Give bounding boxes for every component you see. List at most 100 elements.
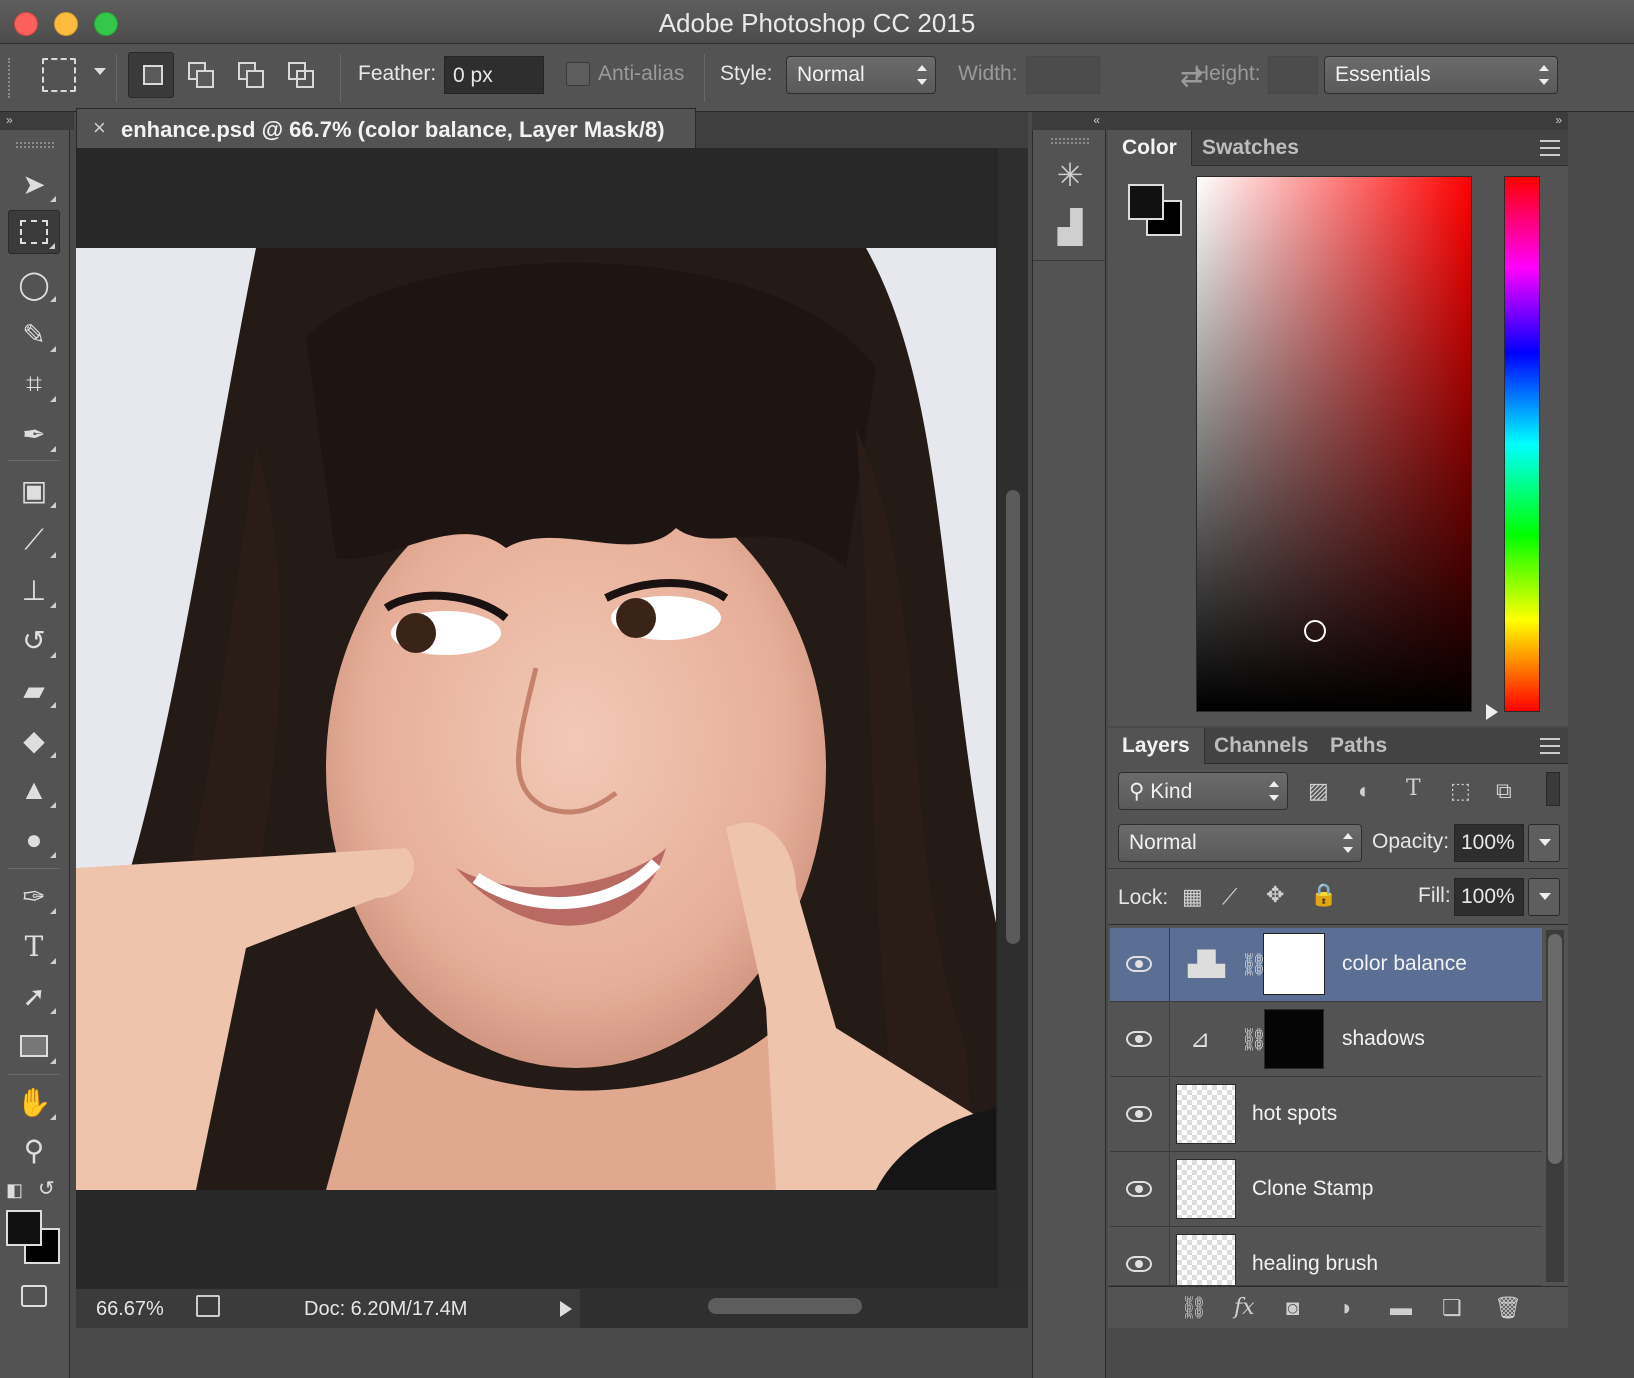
lock-position-icon[interactable]: ✥ — [1266, 882, 1284, 908]
layer-row-color-balance[interactable]: ▟▙ ⛓ color balance — [1110, 928, 1542, 1002]
width-input[interactable] — [1026, 56, 1100, 94]
pen-tool[interactable]: ✑ — [8, 874, 60, 918]
panel-menu-icon[interactable] — [1540, 140, 1560, 156]
marquee-tool[interactable] — [8, 210, 60, 254]
zoom-tool[interactable]: ⚲ — [8, 1128, 60, 1172]
layer-mask-thumbnail[interactable] — [1264, 1009, 1324, 1069]
hue-slider[interactable] — [1504, 176, 1540, 712]
status-menu-arrow-icon[interactable] — [560, 1301, 572, 1317]
filter-toggle[interactable] — [1546, 772, 1560, 806]
trash-icon[interactable]: 🗑 — [1494, 1295, 1522, 1321]
histogram-panel-icon[interactable]: ▟ — [1049, 206, 1091, 248]
quick-mask-button[interactable] — [8, 1274, 60, 1318]
blend-mode-select[interactable]: Normal — [1118, 824, 1362, 862]
saturation-brightness-picker[interactable] — [1196, 176, 1472, 712]
filter-pixel-icon[interactable]: ▨ — [1308, 778, 1329, 804]
eyedropper-tool[interactable]: ✒ — [8, 412, 60, 456]
type-tool[interactable]: T — [8, 924, 60, 968]
layer-row-clone-stamp[interactable]: Clone Stamp — [1110, 1153, 1542, 1227]
tab-layers[interactable]: Layers — [1108, 728, 1205, 764]
filter-shape-icon[interactable]: ⬚ — [1450, 778, 1471, 804]
dock-grip[interactable] — [1051, 138, 1089, 144]
toolbox-collapse-strip[interactable]: » — [0, 112, 74, 130]
hue-slider-handle[interactable] — [1486, 704, 1498, 720]
new-adjustment-layer-icon[interactable]: ◑ — [1338, 1295, 1351, 1321]
height-input[interactable] — [1268, 56, 1318, 94]
rectangle-tool[interactable] — [8, 1024, 60, 1068]
panels-collapse-strip[interactable]: » — [1108, 112, 1568, 130]
horizontal-scrollbar-thumb[interactable] — [708, 1298, 862, 1314]
opacity-input[interactable]: 100% — [1454, 824, 1524, 862]
swap-colors-icon[interactable]: ↺ — [38, 1176, 55, 1201]
document-tab[interactable]: × enhance.psd @ 66.7% (color balance, La… — [76, 108, 696, 148]
layer-thumbnail[interactable] — [1176, 1159, 1236, 1219]
link-layers-icon[interactable]: ⛓ — [1180, 1295, 1208, 1321]
style-select[interactable]: Normal — [786, 56, 936, 94]
crop-tool[interactable]: ⌗ — [8, 362, 60, 406]
path-selection-tool[interactable]: ➚ — [8, 974, 60, 1018]
color-panel-foreground-swatch[interactable] — [1128, 184, 1164, 220]
layer-thumbnail[interactable] — [1176, 1084, 1236, 1144]
new-selection-button[interactable] — [128, 52, 174, 98]
fill-dropdown-button[interactable] — [1528, 878, 1560, 916]
vertical-scrollbar-thumb[interactable] — [1006, 490, 1020, 944]
dock-collapse-strip[interactable]: « — [1032, 112, 1108, 130]
visibility-toggle[interactable] — [1110, 1078, 1170, 1152]
tab-color[interactable]: Color — [1108, 130, 1192, 166]
default-colors-icon[interactable]: ◧ — [6, 1180, 23, 1201]
lock-image-icon[interactable]: ⟋ — [1222, 884, 1237, 910]
layer-mask-thumbnail[interactable] — [1263, 933, 1325, 995]
layer-thumbnail[interactable] — [1176, 1234, 1236, 1285]
workspace-select[interactable]: Essentials — [1324, 56, 1558, 94]
paint-bucket-tool[interactable]: ◆ — [8, 718, 60, 762]
layer-filter-select[interactable]: ⚲ Kind — [1118, 772, 1288, 810]
opacity-dropdown-button[interactable] — [1528, 824, 1560, 862]
intersect-selection-button[interactable] — [278, 52, 324, 98]
blur-tool[interactable]: ▲ — [8, 768, 60, 812]
filter-smart-object-icon[interactable]: ⧉ — [1496, 778, 1512, 804]
tool-preset-icon[interactable] — [42, 58, 76, 92]
fill-input[interactable]: 100% — [1454, 878, 1524, 916]
tab-channels[interactable]: Channels — [1200, 728, 1323, 764]
add-to-selection-button[interactable] — [178, 52, 224, 98]
subtract-from-selection-button[interactable] — [228, 52, 274, 98]
visibility-toggle[interactable] — [1110, 928, 1170, 1002]
new-layer-icon[interactable]: ❏ — [1442, 1295, 1462, 1321]
panel-menu-icon[interactable] — [1540, 738, 1560, 754]
anti-alias-checkbox[interactable] — [566, 62, 590, 86]
fx-icon[interactable]: fx — [1234, 1295, 1255, 1320]
layer-row-shadows[interactable]: ⊿ ⛓ shadows — [1110, 1003, 1542, 1077]
clone-stamp-tool[interactable]: ⊥ — [8, 568, 60, 612]
tool-preset-dropdown-icon[interactable] — [94, 68, 106, 75]
visibility-toggle[interactable] — [1110, 1003, 1170, 1077]
new-group-icon[interactable]: ▬ — [1390, 1295, 1412, 1321]
canvas-area[interactable] — [76, 148, 998, 1288]
toolbox-grip[interactable] — [16, 142, 54, 148]
close-tab-icon[interactable]: × — [93, 115, 106, 141]
add-mask-icon[interactable]: ◙ — [1286, 1295, 1299, 1321]
lock-transparent-icon[interactable]: ▦ — [1182, 884, 1203, 910]
foreground-color-swatch[interactable] — [6, 1210, 42, 1246]
feather-input[interactable]: 0 px — [444, 56, 544, 94]
brush-tool[interactable]: ⟋ — [8, 518, 60, 562]
filter-type-icon[interactable]: T — [1406, 776, 1421, 801]
eraser-tool[interactable]: ▰ — [8, 668, 60, 712]
layers-scrollbar-thumb[interactable] — [1548, 934, 1562, 1164]
visibility-toggle[interactable] — [1110, 1228, 1170, 1285]
lasso-tool[interactable]: ◯ — [8, 262, 60, 306]
filter-adjustment-icon[interactable]: ◐ — [1358, 778, 1371, 804]
history-brush-tool[interactable]: ↺ — [8, 618, 60, 662]
quick-selection-tool[interactable]: ✎ — [8, 312, 60, 356]
sponge-tool[interactable]: ● — [8, 818, 60, 862]
options-bar-grip[interactable] — [8, 58, 12, 98]
navigator-panel-icon[interactable]: ✳ — [1049, 154, 1091, 196]
hand-tool[interactable]: ✋ — [8, 1080, 60, 1124]
lock-all-icon[interactable]: 🔒 — [1310, 882, 1337, 908]
layer-row-healing-brush[interactable]: healing brush — [1110, 1228, 1542, 1286]
portrait-photo[interactable] — [76, 248, 996, 1190]
move-tool[interactable]: ➤ — [8, 162, 60, 206]
color-picker-marker[interactable] — [1304, 620, 1326, 642]
zoom-level[interactable]: 66.67% — [96, 1298, 164, 1321]
share-icon[interactable] — [196, 1295, 220, 1317]
tab-paths[interactable]: Paths — [1316, 728, 1401, 764]
